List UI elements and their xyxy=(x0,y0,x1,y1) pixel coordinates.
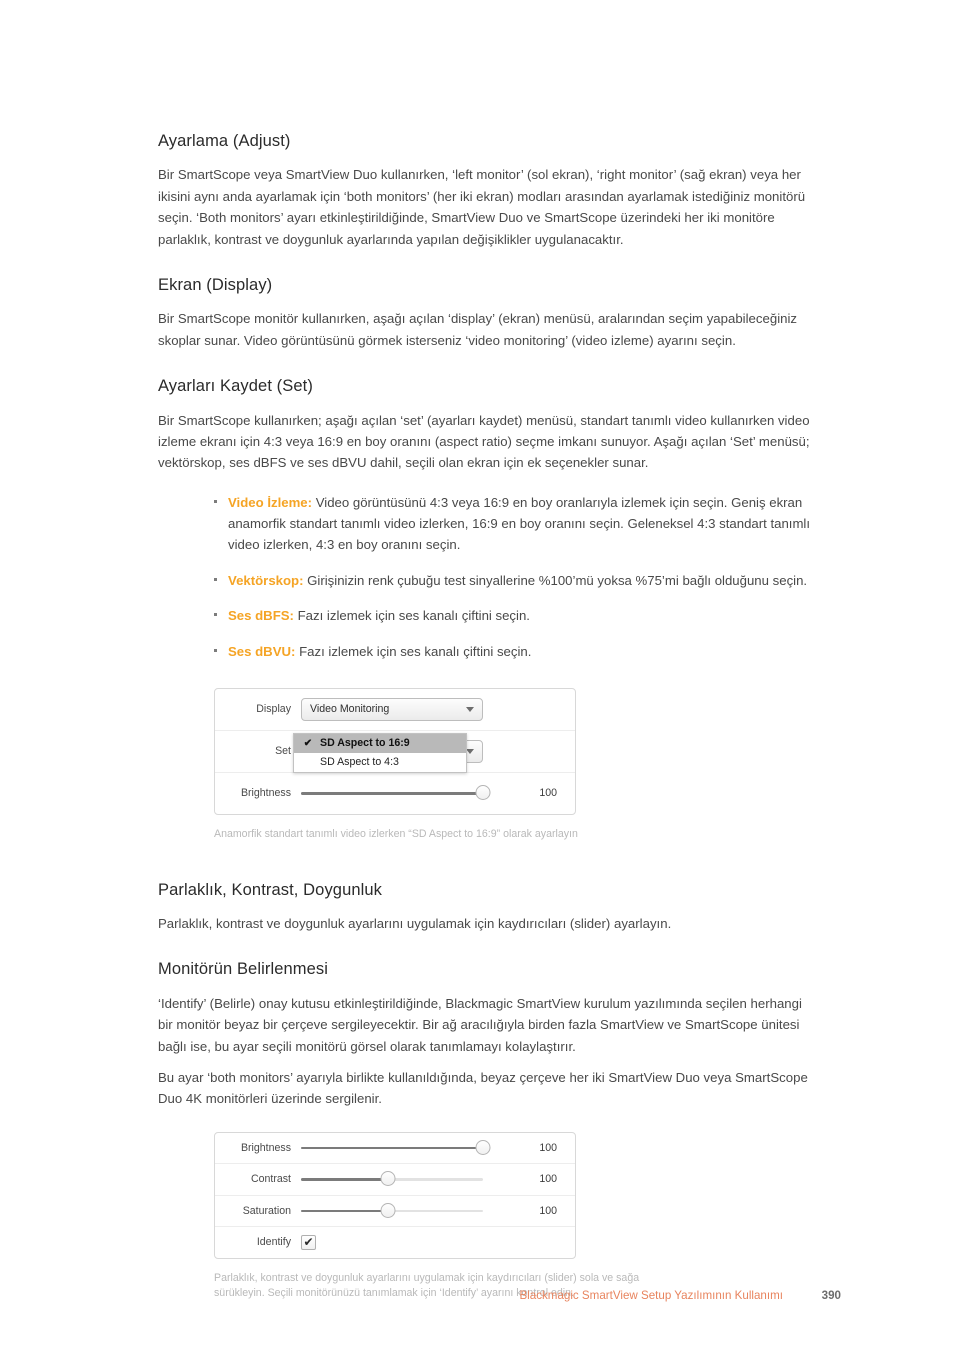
menu-item-sd-aspect-4-3[interactable]: SD Aspect to 4:3 xyxy=(294,753,466,772)
brightness-value: 100 xyxy=(539,787,557,800)
bullet-label: Vektörskop: xyxy=(228,572,304,588)
brightness-label: Brightness xyxy=(240,787,291,800)
document-page: Ayarlama (Adjust) Bir SmartScope veya Sm… xyxy=(0,0,954,1350)
check-icon: ✔ xyxy=(303,737,313,749)
brightness-slider[interactable] xyxy=(301,1139,491,1156)
identify-row: Identify ✔ xyxy=(215,1226,575,1258)
bullet-text: Fazı izlemek için ses kanalı çiftini seç… xyxy=(295,643,532,659)
chevron-down-icon xyxy=(466,748,474,754)
contrast-label: Contrast xyxy=(250,1173,291,1186)
display-dropdown-value: Video Monitoring xyxy=(310,703,390,716)
chevron-down-icon xyxy=(466,706,474,712)
figure-slider-settings: Brightness 100 Contrast 100 Saturation 1… xyxy=(158,1131,814,1302)
section-paragraph: Bir SmartScope monitör kullanırken, aşağ… xyxy=(158,311,798,348)
bullet-label: Video İzleme: xyxy=(228,494,313,510)
brightness-row: Brightness 100 xyxy=(215,1133,575,1164)
contrast-row: Contrast 100 xyxy=(215,1163,575,1195)
check-icon: ✔ xyxy=(303,1235,314,1250)
contrast-value: 100 xyxy=(539,1173,557,1186)
bullet-text: Girişinizin renk çubuğu test sinyallerin… xyxy=(303,572,808,588)
slider-handle[interactable] xyxy=(475,785,491,801)
section-heading: Ekran (Display) xyxy=(158,275,273,294)
menu-item-label: SD Aspect to 16:9 xyxy=(320,737,410,750)
slider-panel: Brightness 100 Contrast 100 Saturation 1… xyxy=(214,1131,576,1259)
list-item: Ses dBVU: Fazı izlemek için ses kanalı ç… xyxy=(214,641,814,662)
list-item: Video İzleme: Video görüntüsünü 4:3 veya… xyxy=(214,492,814,556)
menu-item-sd-aspect-16-9[interactable]: ✔ SD Aspect to 16:9 xyxy=(294,733,466,753)
slider-handle[interactable] xyxy=(380,1171,396,1187)
section-adjust: Ayarlama (Adjust) Bir SmartScope veya Sm… xyxy=(158,131,814,250)
page-footer: Blackmagic SmartView Setup Yazılımının K… xyxy=(0,1289,954,1302)
footer-title: Blackmagic SmartView Setup Yazılımının K… xyxy=(519,1289,783,1302)
section-heading: Ayarlama (Adjust) xyxy=(158,132,291,150)
slider-track-fill xyxy=(301,1209,389,1213)
slider-track-fill xyxy=(301,1146,483,1150)
section-paragraph: Bu ayar ‘both monitors’ ayarıyla birlikt… xyxy=(158,1069,808,1107)
slider-track-fill xyxy=(301,792,483,795)
identify-checkbox[interactable]: ✔ xyxy=(301,1234,316,1250)
section-paragraph: Bir SmartScope veya SmartView Duo kullan… xyxy=(158,167,806,247)
section-brightness-contrast-saturation: Parlaklık, Kontrast, Doygunluk Parlaklık… xyxy=(158,880,814,935)
set-label: Set xyxy=(275,745,291,758)
menu-item-label: SD Aspect to 4:3 xyxy=(320,756,399,769)
saturation-slider[interactable] xyxy=(301,1202,483,1219)
bullet-marker-icon xyxy=(214,613,217,617)
footer-page-number: 390 xyxy=(821,1289,841,1302)
bullet-label: Ses dBVU: xyxy=(228,643,296,659)
contrast-slider[interactable] xyxy=(301,1171,483,1187)
list-item: Ses dBFS: Fazı izlemek için ses kanalı ç… xyxy=(214,605,814,626)
list-item: Vektörskop: Girişinizin renk çubuğu test… xyxy=(214,570,814,591)
identify-label: Identify xyxy=(256,1236,291,1249)
bullet-marker-icon xyxy=(214,648,217,652)
set-dropdown-menu[interactable]: ✔ SD Aspect to 16:9 SD Aspect to 4:3 xyxy=(293,732,467,773)
brightness-slider[interactable] xyxy=(301,785,491,801)
brightness-label: Brightness xyxy=(240,1141,291,1154)
section-paragraph: Parlaklık, kontrast ve doygunluk ayarlar… xyxy=(158,916,672,932)
display-label: Display xyxy=(256,703,291,716)
brightness-value: 100 xyxy=(539,1141,557,1154)
saturation-row: Saturation 100 xyxy=(215,1194,575,1227)
bullet-marker-icon xyxy=(214,577,217,581)
slider-track-fill xyxy=(301,1178,389,1181)
display-row: Display Video Monitoring xyxy=(215,689,575,730)
set-options-list: Video İzleme: Video görüntüsünü 4:3 veya… xyxy=(158,492,814,662)
display-dropdown[interactable]: Video Monitoring xyxy=(301,697,483,721)
bullet-marker-icon xyxy=(214,499,217,503)
section-identify-monitor: Monitörün Belirlenmesi ‘Identify’ (Belir… xyxy=(158,959,814,1109)
bullet-label: Ses dBFS: xyxy=(228,608,294,624)
saturation-label: Saturation xyxy=(242,1204,291,1217)
section-paragraph: ‘Identify’ (Belirle) onay kutusu etkinle… xyxy=(158,995,802,1054)
saturation-value: 100 xyxy=(539,1204,557,1217)
figure-caption: Anamorfik standart tanımlı video izlerke… xyxy=(214,827,578,840)
section-heading: Ayarları Kaydet (Set) xyxy=(158,377,313,396)
brightness-row: Brightness 100 xyxy=(215,771,575,814)
section-paragraph: Bir SmartScope kullanırken; aşağı açılan… xyxy=(158,412,810,471)
section-heading: Monitörün Belirlenmesi xyxy=(158,960,329,979)
section-display: Ekran (Display) Bir SmartScope monitör k… xyxy=(158,275,814,351)
section-heading: Parlaklık, Kontrast, Doygunluk xyxy=(158,880,383,899)
figure-display-settings: Display Video Monitoring Set Brightness xyxy=(158,687,814,843)
section-set: Ayarları Kaydet (Set) Bir SmartScope kul… xyxy=(158,376,814,662)
bullet-text: Fazı izlemek için ses kanalı çiftini seç… xyxy=(293,608,530,624)
settings-panel: Display Video Monitoring Set Brightness xyxy=(214,687,576,815)
bullet-text: Video görüntüsünü 4:3 veya 16:9 en boy o… xyxy=(228,494,811,553)
slider-handle[interactable] xyxy=(380,1202,396,1218)
slider-handle[interactable] xyxy=(475,1139,491,1155)
